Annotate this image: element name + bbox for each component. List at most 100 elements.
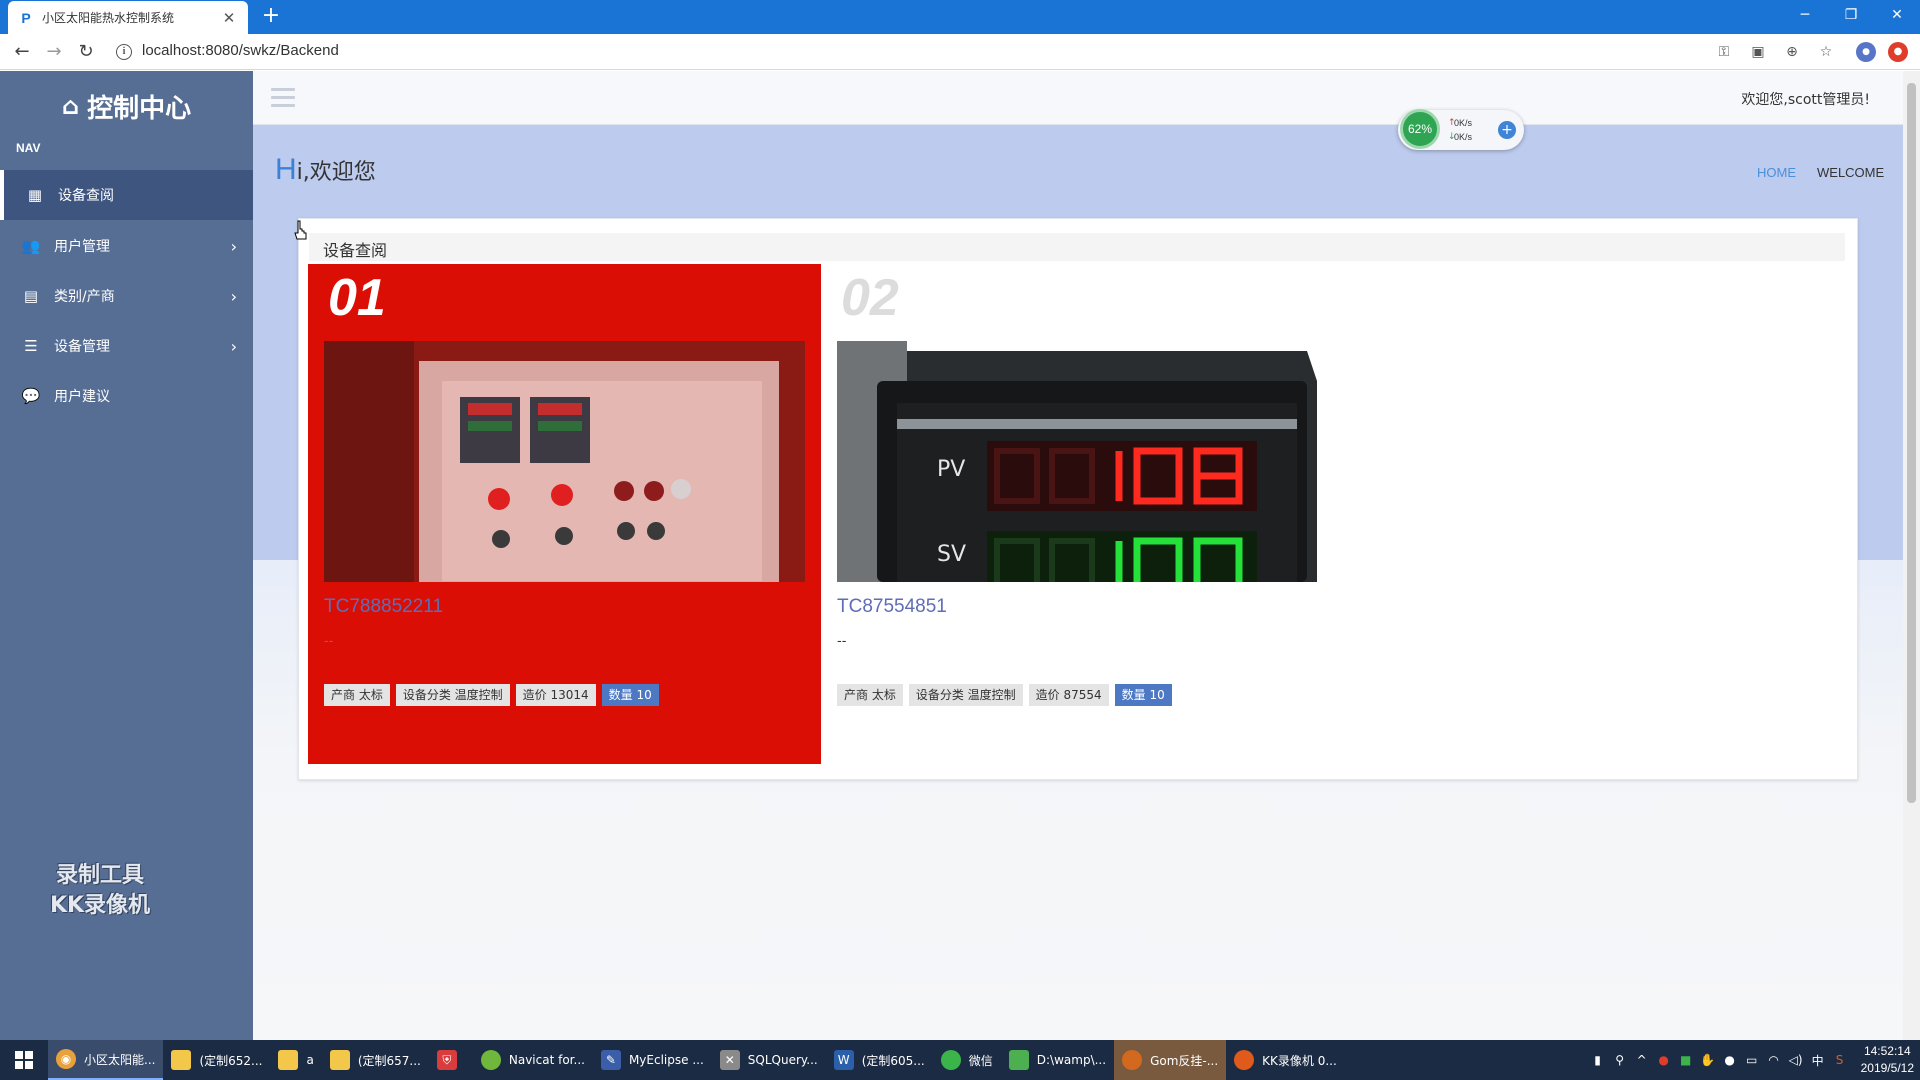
list-icon: ☰ [24, 337, 38, 355]
taskbar-item-label: 微信 [968, 1053, 993, 1068]
device-photo [324, 341, 805, 582]
reload-icon[interactable]: ↻ [74, 40, 98, 64]
scrollbar-thumb[interactable] [1907, 83, 1916, 803]
forward-icon[interactable]: → [42, 40, 66, 64]
chevron-up-icon[interactable]: ^ [1631, 1053, 1653, 1067]
url-field[interactable]: localhost:8080/swkz/Backend [142, 42, 339, 59]
network-speed-widget[interactable]: 62% ↑ 0K/s ↓ 0K/s + [1398, 109, 1524, 150]
breadcrumb-home[interactable]: HOME [1757, 165, 1796, 180]
category-tag: 设备分类 温度控制 [908, 684, 1023, 706]
cost-tag: 造价 87554 [1028, 684, 1109, 706]
device-code[interactable]: TC87554851 [837, 596, 947, 618]
site-info-icon[interactable]: i [116, 44, 132, 60]
extension-icon[interactable]: ● [1888, 42, 1908, 62]
sidebar-item-category-vendor[interactable]: ▤ 类别/产商 › [0, 271, 253, 321]
taskbar-item-label: D:\wamp\... [1036, 1053, 1107, 1067]
taskbar-item-label: (定制652... [199, 1053, 263, 1068]
device-number: 02 [841, 269, 899, 327]
taskbar-item[interactable]: ✎ MyEclipse ... [593, 1040, 712, 1080]
zoom-icon[interactable]: ⊕ [1782, 42, 1802, 62]
favicon-icon: P [21, 9, 31, 26]
hand-tray-icon[interactable]: ✋ [1697, 1053, 1719, 1067]
page-title-initial: H [275, 153, 297, 186]
gom-icon [1122, 1050, 1143, 1070]
taskbar-item[interactable]: (定制652... [163, 1040, 270, 1080]
app-tray-icon[interactable]: ■ [1675, 1053, 1697, 1067]
device-code[interactable]: TC788852211 [324, 596, 443, 618]
sidebar-item-device-management[interactable]: ☰ 设备管理 › [0, 321, 253, 371]
browser-tab-bar: P 小区太阳能热水控制系统 ✕ + ─ ❐ ✕ [0, 0, 1920, 34]
download-speed: 0K/s [1454, 132, 1473, 142]
taskbar-item[interactable]: (定制657... [322, 1040, 429, 1080]
minimize-button[interactable]: ─ [1782, 0, 1828, 30]
page-header: Hi,欢迎您 HOME WELCOME [253, 125, 1903, 211]
wifi-icon[interactable]: ◠ [1763, 1053, 1785, 1067]
taskbar-item[interactable]: W (定制605... [826, 1040, 933, 1080]
address-bar: ← → ↻ i localhost:8080/swkz/Backend ⚿ ▣ … [0, 34, 1920, 70]
bookmark-star-icon[interactable]: ☆ [1816, 42, 1836, 62]
taskbar-item[interactable]: ✕ SQLQuery... [712, 1040, 826, 1080]
taskbar-item[interactable]: KK录像机 0... [1226, 1040, 1345, 1080]
taskbar-item[interactable]: 微信 [933, 1040, 1001, 1080]
windows-start-icon[interactable] [0, 1040, 48, 1080]
clock[interactable]: 14:52:14 2019/5/12 [1861, 1043, 1914, 1077]
folder-icon [278, 1050, 299, 1070]
restore-button[interactable]: ❐ [1828, 0, 1874, 30]
brand[interactable]: ⌂ 控制中心 [0, 81, 253, 131]
taskbar-item[interactable]: ⛨ [429, 1040, 473, 1080]
device-description: -- [837, 634, 847, 649]
welcome-user-text[interactable]: 欢迎您,scott管理员! [1741, 89, 1870, 109]
device-card[interactable]: 01 TC788852211 -- 产商 太标 设备分类 温度控制 造价 130… [308, 264, 821, 764]
tab-close-icon[interactable]: ✕ [220, 9, 238, 27]
brand-title: 控制中心 [87, 93, 192, 124]
chevron-right-icon: › [230, 236, 237, 256]
volume-icon[interactable]: ◁) [1785, 1053, 1807, 1067]
sidebar-item-user-suggestions[interactable]: 💬 用户建议 [0, 371, 253, 421]
translate-icon[interactable]: ▣ [1748, 42, 1768, 62]
profile-avatar-icon[interactable]: ● [1856, 42, 1876, 62]
chevron-right-icon: › [230, 336, 237, 356]
browser-tab[interactable]: P 小区太阳能热水控制系统 ✕ [8, 1, 248, 34]
page-scrollbar[interactable] [1903, 71, 1920, 1040]
users-icon: 👥 [21, 237, 41, 255]
sidebar-item-device-view[interactable]: ▦ 设备查阅 [0, 170, 253, 220]
category-tag: 设备分类 温度控制 [395, 684, 510, 706]
clock-date: 2019/5/12 [1860, 1061, 1914, 1075]
menu-toggle-icon[interactable] [271, 88, 295, 108]
upload-speed: 0K/s [1454, 118, 1473, 128]
back-icon[interactable]: ← [10, 40, 34, 64]
battery-icon[interactable]: ▮ [1587, 1053, 1609, 1067]
chat-icon: 💬 [21, 387, 41, 405]
watermark-line: KK录像机 [49, 893, 151, 918]
key-icon[interactable]: ⚿ [1714, 42, 1734, 62]
sidebar-item-user-management[interactable]: 👥 用户管理 › [0, 221, 253, 271]
ime-indicator[interactable]: 中 [1807, 1052, 1829, 1069]
grid-icon: ▦ [27, 186, 43, 204]
taskbar: ◉ 小区太阳能... (定制652... a (定制657... ⛨ Navica… [0, 1040, 1920, 1080]
taskbar-item[interactable]: D:\wamp\... [1001, 1040, 1114, 1080]
taskbar-item-label: KK录像机 0... [1262, 1053, 1337, 1068]
device-card[interactable]: 02 PV SV TC87554851 -- 产商 太标 设备分类 温度控制 造… [821, 264, 1334, 764]
sql-icon: ✕ [719, 1050, 740, 1070]
taskbar-item[interactable]: Navicat for... [473, 1040, 593, 1080]
plus-icon[interactable]: + [1498, 121, 1516, 139]
taskbar-item[interactable]: a [270, 1040, 321, 1080]
taskbar-item-label: MyEclipse ... [628, 1053, 704, 1067]
antivirus-icon[interactable]: ● [1653, 1053, 1675, 1067]
device-photo: PV SV [837, 341, 1318, 582]
hand-cursor-icon [294, 220, 307, 240]
top-bar: 欢迎您,scott管理员! [253, 71, 1903, 125]
taskbar-item[interactable]: Gom反挂-... [1114, 1040, 1227, 1080]
device-tags: 产商 太标 设备分类 温度控制 造价 13014 数量 10 [324, 684, 659, 706]
page-title-rest: i,欢迎您 [296, 160, 376, 185]
taskbar-item-label: (定制605... [861, 1053, 925, 1068]
close-window-button[interactable]: ✕ [1874, 0, 1920, 30]
taskbar-item[interactable]: ◉ 小区太阳能... [48, 1040, 164, 1080]
battery-tray-icon[interactable]: ▭ [1741, 1053, 1763, 1067]
device-number: 01 [328, 269, 386, 327]
wechat-tray-icon[interactable]: ● [1719, 1053, 1741, 1067]
clock-time: 14:52:14 [1863, 1044, 1911, 1058]
people-icon[interactable]: ⚲ [1609, 1053, 1631, 1067]
new-tab-button[interactable]: + [258, 4, 284, 30]
sogou-icon[interactable]: S [1829, 1053, 1851, 1067]
